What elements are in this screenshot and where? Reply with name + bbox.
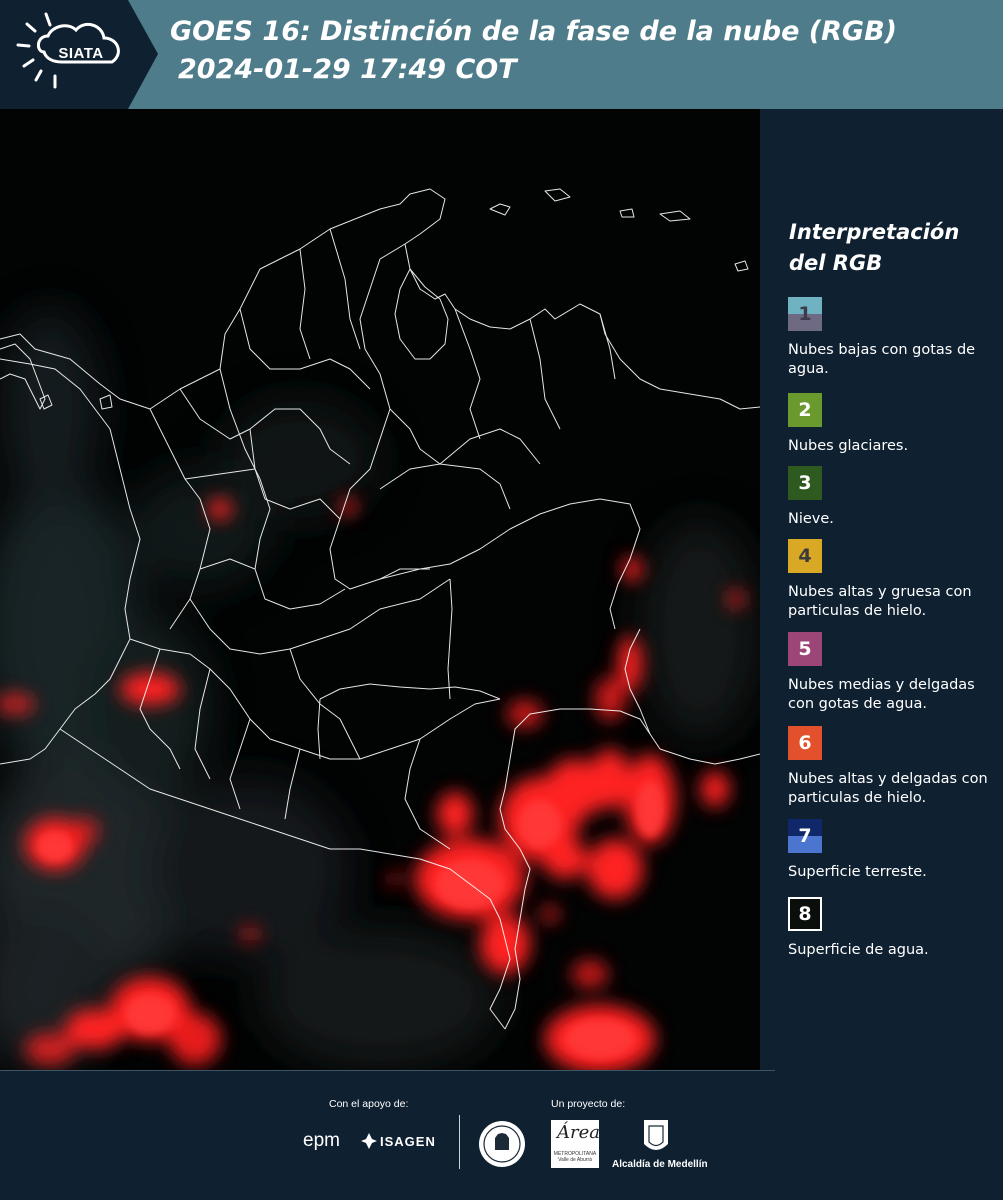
- legend-label-8: Superficie de agua.: [788, 942, 929, 958]
- legend-panel: Interpretación del RGB 1 Nubes bajas con …: [760, 109, 1003, 1070]
- footer-bar: Con el apoyo de: Un proyecto de: epm ISA…: [0, 1070, 1003, 1200]
- page-title: GOES 16: Distinción de la fase de la nub…: [170, 16, 897, 47]
- legend-swatch-1: 1: [788, 297, 822, 331]
- legend-label-2: Nubes glaciares.: [788, 438, 909, 454]
- satellite-map: [0, 109, 760, 1070]
- seal-emblem-icon: [479, 1121, 525, 1167]
- project-label: Un proyecto de:: [551, 1098, 626, 1110]
- legend-swatch-6: 6: [788, 726, 822, 760]
- legend-label-6: Nubes altas y delgadas con particulas de…: [788, 771, 988, 806]
- epm-logo: epm: [303, 1130, 340, 1151]
- siata-logo-text: SIATA: [58, 45, 104, 62]
- support-label: Con el apoyo de:: [329, 1098, 409, 1110]
- isagen-logo: ISAGEN: [380, 1134, 436, 1149]
- alcaldia-medellin-label: Alcaldía de Medellín: [612, 1159, 708, 1170]
- legend-swatch-2: 2: [788, 393, 822, 427]
- footer-divider: [0, 1070, 775, 1071]
- isagen-icon: [361, 1133, 377, 1149]
- footer-vertical-divider: [459, 1115, 460, 1169]
- legend-title: Interpretación del RGB: [789, 217, 999, 279]
- legend-title-line1: Interpretación: [789, 220, 960, 244]
- legend-title-line2: del RGB: [789, 251, 883, 275]
- legend-label-1: Nubes bajas con gotas de agua.: [788, 342, 976, 377]
- legend-swatch-7: 7: [788, 819, 822, 853]
- legend-swatch-4: 4: [788, 539, 822, 573]
- legend-swatch-5: 5: [788, 632, 822, 666]
- low-cloud-haze: [0, 309, 760, 1069]
- legend-label-5: Nubes medias y delgadas con gotas de agu…: [788, 677, 975, 712]
- area-metropolitana-subtitle: METROPOLITANA Valle de Aburrá: [553, 1151, 597, 1163]
- header-bar: SIATA GOES 16: Distinción de la fase de …: [0, 0, 1003, 109]
- legend-label-4: Nubes altas y gruesa con particulas de h…: [788, 584, 972, 619]
- alcaldia-shield-icon: [644, 1120, 668, 1150]
- legend-swatch-3: 3: [788, 466, 822, 500]
- page-timestamp: 2024-01-29 17:49 COT: [178, 54, 517, 85]
- legend-label-3: Nieve.: [788, 511, 834, 527]
- area-metropolitana-word: Área: [557, 1122, 600, 1143]
- legend-swatch-8: 8: [788, 897, 822, 931]
- area-metropolitana-logo: Área METROPOLITANA Valle de Aburrá: [551, 1120, 600, 1168]
- siata-logo: SIATA: [0, 0, 160, 109]
- legend-label-7: Superficie terreste.: [788, 864, 927, 880]
